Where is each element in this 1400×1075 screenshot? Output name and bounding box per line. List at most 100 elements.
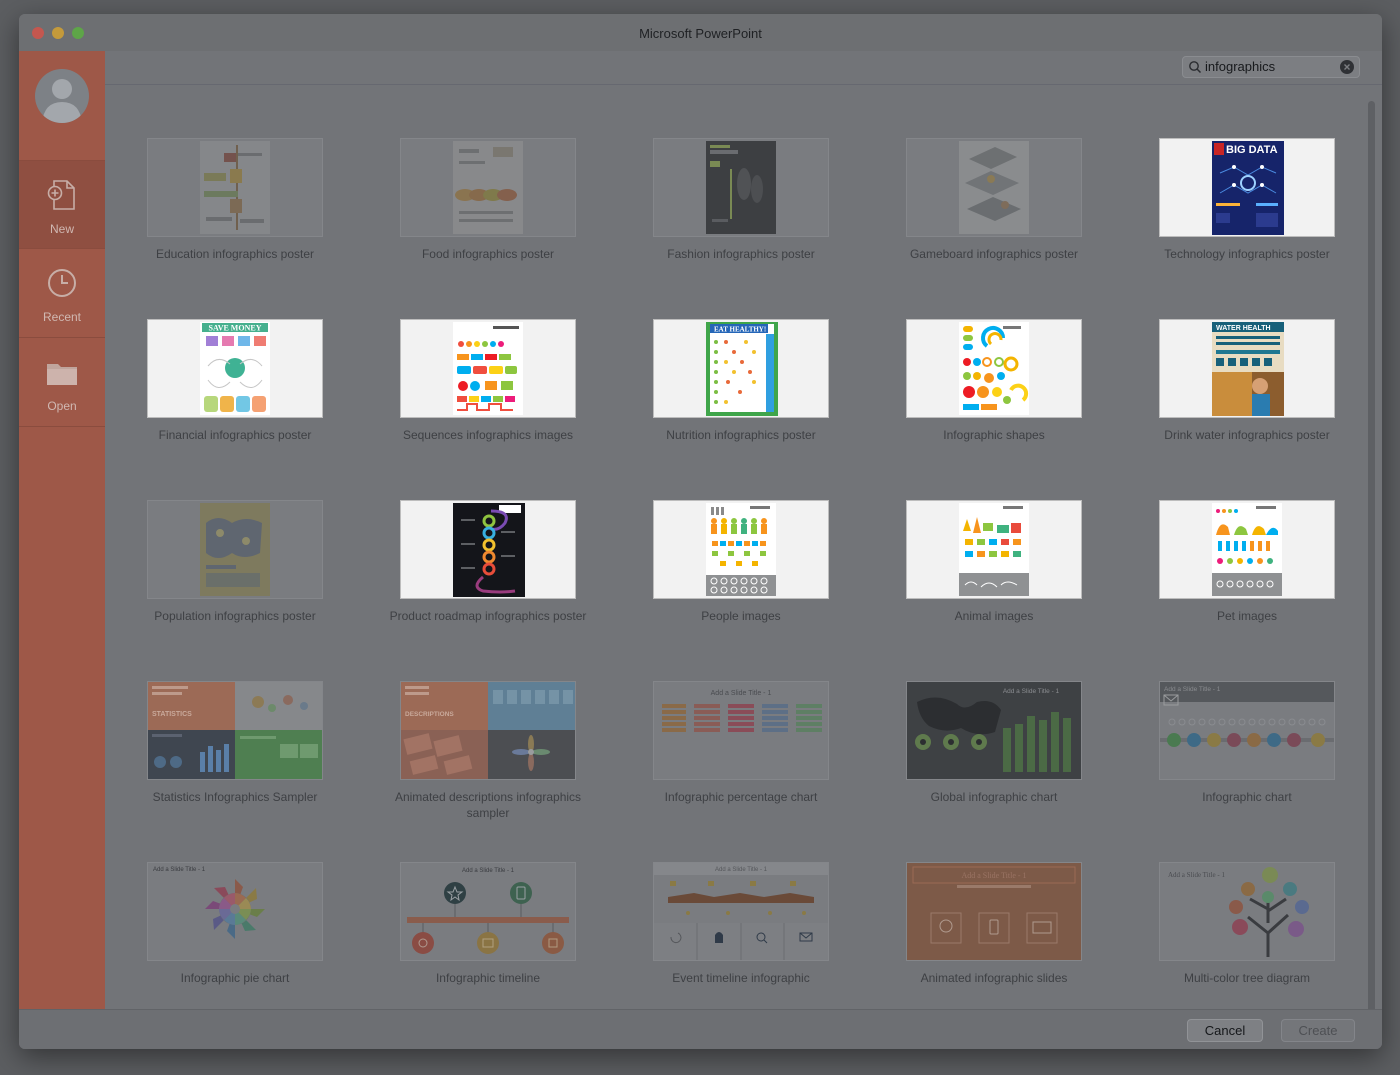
- user-silhouette-icon: [42, 79, 82, 123]
- template-card[interactable]: Education infographics poster: [147, 138, 323, 288]
- clear-search-button[interactable]: [1340, 60, 1354, 74]
- template-card[interactable]: EAT HEALTHY! Nutrition infographics post…: [653, 319, 829, 469]
- template-card[interactable]: Sequences infographics images: [400, 319, 576, 469]
- title-bar: Microsoft PowerPoint: [19, 14, 1382, 52]
- template-card[interactable]: WATER HEALTH Drink water infographics po…: [1159, 319, 1335, 469]
- template-thumbnail: Add a Slide Title - 1: [147, 862, 323, 961]
- sidebar-item-label: Open: [47, 399, 77, 413]
- template-browser: Education infographics poster Food infog…: [105, 51, 1382, 1019]
- template-card[interactable]: Add a Slide Title - 1 Event timeline inf…: [653, 862, 829, 1012]
- template-card[interactable]: Product roadmap infographics poster: [390, 500, 586, 650]
- template-card[interactable]: Animal images: [906, 500, 1082, 650]
- template-thumbnail: [400, 319, 576, 418]
- template-thumbnail: WATER HEALTH: [1159, 319, 1335, 418]
- folder-icon: [47, 364, 77, 385]
- svg-text:Add a Slide Title - 1: Add a Slide Title - 1: [1003, 688, 1060, 695]
- search-icon: [1189, 61, 1202, 74]
- sidebar-item-recent[interactable]: Recent: [19, 249, 105, 336]
- search-input[interactable]: [1205, 58, 1333, 75]
- template-card[interactable]: SAVE MONEY Financial infographics poster: [147, 319, 323, 469]
- template-thumbnail: Add a Slide Title - 1: [906, 681, 1082, 780]
- template-card[interactable]: Gameboard infographics poster: [906, 138, 1082, 288]
- template-name: Technology infographics poster: [1164, 247, 1330, 261]
- template-thumbnail: [653, 138, 829, 237]
- template-thumbnail: Add a Slide Title - 1: [653, 862, 829, 961]
- bell-icon: [715, 932, 723, 943]
- svg-text:DESCRIPTIONS: DESCRIPTIONS: [405, 711, 454, 718]
- template-card[interactable]: People images: [653, 500, 829, 650]
- template-thumbnail: [400, 500, 576, 599]
- template-card[interactable]: Infographic shapes: [906, 319, 1082, 469]
- svg-text:Add a Slide Title - 1: Add a Slide Title - 1: [1164, 686, 1221, 693]
- dialog-footer: Cancel Create: [19, 1009, 1382, 1049]
- template-name: Pet images: [1216, 609, 1278, 623]
- template-card[interactable]: Add a Slide Title - 1 Animated infograph…: [906, 862, 1082, 1012]
- template-name: Event timeline infographic: [672, 971, 810, 985]
- template-card[interactable]: Add a Slide Title - 1 Infographic percen…: [653, 681, 829, 831]
- new-presentation-window: Microsoft PowerPoint New Recent Open inf…: [19, 14, 1382, 1049]
- template-name: Population infographics poster: [154, 609, 316, 623]
- template-name: Drink water infographics poster: [1164, 428, 1330, 442]
- sidebar-item-open[interactable]: Open: [19, 338, 105, 425]
- template-card[interactable]: Add a Slide Title - 1 Infographic pie ch…: [147, 862, 323, 1012]
- template-thumbnail: Add a Slide Title - 1: [1159, 681, 1335, 780]
- template-thumbnail: [653, 500, 829, 599]
- template-thumbnail: [147, 138, 323, 237]
- svg-text:BIG DATA: BIG DATA: [1226, 144, 1278, 156]
- template-thumbnail: Add a Slide Title - 1: [906, 862, 1082, 961]
- svg-text:STATISTICS: STATISTICS: [152, 711, 192, 718]
- template-name: Animal images: [954, 609, 1034, 623]
- vertical-scrollbar[interactable]: [1368, 101, 1375, 1019]
- template-name: Sequences infographics images: [402, 428, 574, 442]
- template-name: Nutrition infographics poster: [666, 428, 816, 442]
- template-name: Infographic shapes: [943, 428, 1045, 442]
- template-name: Infographic chart: [1202, 790, 1292, 804]
- clock-icon: [48, 269, 76, 297]
- svg-text:Add a Slide Title - 1: Add a Slide Title - 1: [462, 868, 515, 874]
- svg-text:SAVE MONEY: SAVE MONEY: [209, 324, 262, 333]
- template-thumbnail: [906, 319, 1082, 418]
- template-thumbnail: [1159, 500, 1335, 599]
- template-name: Education infographics poster: [155, 247, 315, 261]
- template-card[interactable]: Add a Slide Title - 1 Infographic timeli…: [400, 862, 576, 1012]
- svg-text:Add a Slide Title - 1: Add a Slide Title - 1: [961, 871, 1026, 880]
- template-thumbnail: Add a Slide Title - 1: [1159, 862, 1335, 961]
- template-card[interactable]: BIG DATA Technology infographics poster: [1159, 138, 1335, 288]
- search-field[interactable]: [1182, 56, 1360, 78]
- template-thumbnail: [147, 500, 323, 599]
- svg-text:Add a Slide Title - 1: Add a Slide Title - 1: [715, 867, 768, 873]
- template-thumbnail: DESCRIPTIONS: [400, 681, 576, 780]
- template-thumbnail: BIG DATA: [1159, 138, 1335, 237]
- template-name: Product roadmap infographics poster: [389, 609, 587, 623]
- svg-text:Add a Slide Title - 1: Add a Slide Title - 1: [1168, 871, 1225, 879]
- template-card[interactable]: DESCRIPTIONS Animated descriptions infog…: [395, 681, 581, 831]
- template-name: Gameboard infographics poster: [909, 247, 1079, 261]
- template-name: Fashion infographics poster: [667, 247, 815, 261]
- template-card[interactable]: Pet images: [1159, 500, 1335, 650]
- user-avatar[interactable]: [35, 69, 89, 123]
- template-name: Infographic percentage chart: [664, 790, 818, 804]
- svg-text:WATER HEALTH: WATER HEALTH: [1216, 325, 1271, 332]
- create-button[interactable]: Create: [1281, 1019, 1355, 1042]
- toolbar: [105, 51, 1382, 85]
- svg-text:EAT HEALTHY!: EAT HEALTHY!: [714, 326, 766, 334]
- template-card[interactable]: Add a Slide Title - 1 Multi-color tree d…: [1159, 862, 1335, 1012]
- template-card[interactable]: Add a Slide Title - 1 Infographic chart: [1159, 681, 1335, 831]
- window-title: Microsoft PowerPoint: [639, 26, 762, 41]
- template-name: People images: [701, 609, 781, 623]
- clear-icon: [1344, 64, 1350, 70]
- template-thumbnail: SAVE MONEY: [147, 319, 323, 418]
- template-card[interactable]: Add a Slide Title - 1 Global infographic…: [906, 681, 1082, 831]
- template-card[interactable]: Population infographics poster: [147, 500, 323, 650]
- svg-text:Add a Slide Title - 1: Add a Slide Title - 1: [711, 690, 772, 697]
- sidebar-item-label: Recent: [42, 310, 82, 324]
- template-card[interactable]: STATISTICS Statistics Infographics Sampl…: [147, 681, 323, 831]
- template-card[interactable]: Food infographics poster: [400, 138, 576, 288]
- template-card[interactable]: Fashion infographics poster: [653, 138, 829, 288]
- template-thumbnail: Add a Slide Title - 1: [653, 681, 829, 780]
- template-name: Animated infographic slides: [920, 971, 1068, 985]
- cancel-button[interactable]: Cancel: [1187, 1019, 1263, 1042]
- sidebar-item-new[interactable]: New: [19, 161, 105, 248]
- template-thumbnail: [906, 500, 1082, 599]
- template-name: Food infographics poster: [421, 247, 555, 261]
